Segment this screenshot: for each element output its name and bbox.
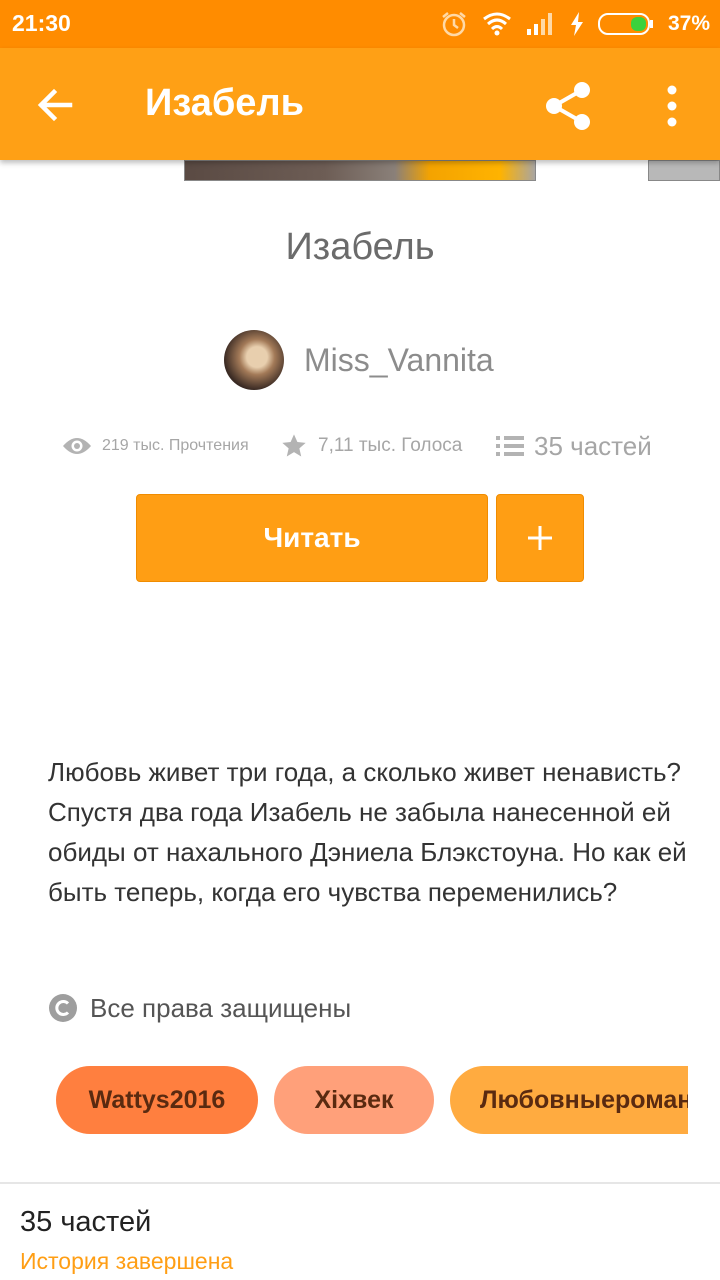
story-title: Изабель xyxy=(285,226,435,268)
status-icons: 37% xyxy=(440,8,710,40)
parts-stat: 35 частей xyxy=(496,424,652,468)
star-icon xyxy=(282,434,306,457)
copyright-text: Все права защищены xyxy=(90,992,352,1023)
battery-icon xyxy=(597,13,653,35)
copyright-icon xyxy=(49,994,77,1022)
status-time: 21:30 xyxy=(12,10,71,36)
author[interactable]: Miss_Vannita xyxy=(224,330,494,390)
tag-chip[interactable]: Wattys2016 xyxy=(56,1066,258,1134)
story-cover[interactable] xyxy=(184,160,536,181)
list-icon xyxy=(496,436,524,456)
battery-percentage: 37% xyxy=(667,12,710,35)
signal-icon xyxy=(526,13,552,35)
app-bar: Изабель xyxy=(0,48,720,160)
story-description: Любовь живет три года, а сколько живет н… xyxy=(48,757,687,907)
avatar[interactable] xyxy=(224,330,284,390)
status-bar: 21:30 37% xyxy=(0,0,720,48)
tag-chip[interactable]: Любовныероман xyxy=(450,1066,688,1134)
votes-stat: 7,11 тыс. Голоса xyxy=(280,424,462,468)
copyright: Все права защищены xyxy=(48,990,351,1026)
next-story-cover[interactable] xyxy=(648,160,720,181)
plus-icon xyxy=(528,526,552,550)
reads-stat: 219 тыс. Прочтения xyxy=(62,424,249,468)
votes-count: 7,11 тыс. Голоса xyxy=(318,435,463,456)
tag-chip[interactable]: Xixвек xyxy=(274,1066,434,1134)
alarm-icon xyxy=(442,12,466,37)
charging-icon xyxy=(570,12,583,36)
author-name[interactable]: Miss_Vannita xyxy=(304,342,494,379)
divider xyxy=(0,1182,720,1184)
completion-status: История завершена xyxy=(20,1248,234,1274)
add-to-library-button[interactable] xyxy=(496,494,584,582)
wifi-icon xyxy=(483,12,511,36)
reads-count: 219 тыс. Прочтения xyxy=(102,437,249,454)
more-options-icon[interactable] xyxy=(650,78,694,134)
eye-icon xyxy=(63,438,91,454)
share-icon[interactable] xyxy=(540,78,596,134)
back-arrow-icon[interactable] xyxy=(30,80,80,130)
tag-list: Wattys2016 Xixвек Любовныероман xyxy=(56,1066,688,1136)
parts-label: 35 частей xyxy=(534,430,652,461)
story-stats: 219 тыс. Прочтения 7,11 тыс. Голоса 35 ч… xyxy=(62,424,662,468)
app-bar-title: Изабель xyxy=(145,82,304,124)
parts-count[interactable]: 35 частей xyxy=(20,1206,151,1239)
read-button[interactable]: Читать xyxy=(136,494,488,582)
